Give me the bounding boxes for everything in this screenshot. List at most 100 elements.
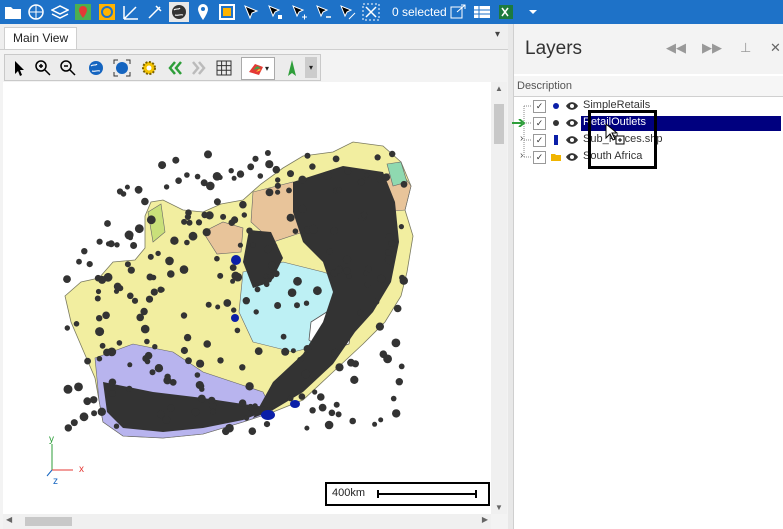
map-vertical-scrollbar[interactable]: ▲ ▼ [491, 82, 507, 514]
select-frame-icon[interactable] [97, 2, 117, 22]
move-layer-up-icon[interactable]: ◀◀ [666, 40, 686, 56]
zoom-selection-icon[interactable] [448, 2, 468, 22]
toolbar-overflow-icon[interactable]: ▾ [305, 57, 317, 78]
retail-outlet-point [172, 156, 180, 164]
select-tool-icon[interactable] [241, 2, 261, 22]
pointer-icon[interactable] [8, 57, 29, 78]
map-pin-icon[interactable] [73, 2, 93, 22]
retail-outlet-point [185, 357, 192, 365]
retail-outlet-point [301, 369, 311, 379]
clear-selection-icon[interactable] [361, 2, 381, 22]
retail-outlet-point [333, 401, 340, 408]
retail-outlet-point [364, 172, 370, 178]
node-tool-icon[interactable] [265, 2, 285, 22]
retail-outlet-point [84, 357, 91, 365]
retail-outlet-point [265, 188, 274, 197]
tab-main-view[interactable]: Main View [4, 27, 78, 49]
retail-outlet-point [238, 399, 247, 408]
map-horizontal-scrollbar[interactable]: ◀ ▶ [3, 514, 491, 529]
retail-outlet-point [275, 189, 281, 195]
retail-outlet-point [242, 297, 250, 305]
location-icon[interactable] [193, 2, 213, 22]
retail-outlet-point [297, 356, 304, 363]
retail-outlet-point [309, 407, 316, 414]
world-icon[interactable] [169, 2, 189, 22]
layer-visibility-checkbox[interactable]: ✓ [533, 100, 546, 113]
expand-chevron-icon[interactable]: › [520, 133, 530, 144]
retail-outlet-point [124, 184, 130, 190]
globe-settings-icon[interactable] [26, 2, 46, 22]
retail-outlet-point [205, 301, 212, 308]
scroll-down-icon[interactable]: ▼ [495, 503, 503, 512]
retail-outlet-point [303, 345, 312, 353]
horizontal-scroll-thumb[interactable] [25, 517, 72, 526]
retail-outlet-point [383, 354, 392, 364]
retail-outlet-point [236, 170, 245, 178]
pen-icon[interactable] [145, 2, 165, 22]
color-theme-icon[interactable]: ▾ [241, 57, 275, 80]
eye-icon[interactable] [565, 151, 579, 163]
folder-icon[interactable] [3, 2, 23, 22]
retail-outlet-point [247, 163, 255, 171]
map-toolbar: ▾ ▾ [4, 54, 321, 81]
retail-outlet-point [378, 417, 384, 423]
measure-icon[interactable] [121, 2, 141, 22]
layer-visibility-checkbox[interactable]: ✓ [533, 117, 546, 130]
retail-outlet-point [220, 213, 227, 220]
retail-outlet-point [263, 281, 270, 288]
retail-outlet-point [375, 322, 384, 331]
retail-outlet-point [303, 300, 310, 306]
excel-export-icon[interactable] [496, 2, 516, 22]
retail-outlet-point [349, 417, 357, 425]
vertical-scroll-thumb[interactable] [494, 104, 504, 144]
back-icon[interactable] [164, 57, 185, 78]
scroll-right-icon[interactable]: ▶ [482, 515, 488, 524]
retail-outlet-point [248, 427, 257, 436]
scroll-up-icon[interactable]: ▲ [495, 84, 503, 93]
forward-icon[interactable] [188, 57, 209, 78]
layers-icon[interactable] [50, 2, 70, 22]
simple-retail-point [231, 314, 239, 322]
retail-outlet-point [180, 346, 188, 355]
move-layer-down-icon[interactable]: ▶▶ [702, 40, 722, 56]
folder-icon [551, 154, 561, 161]
retail-outlet-point [382, 173, 391, 181]
eye-icon[interactable] [565, 100, 579, 112]
retail-outlet-point [191, 408, 200, 417]
settings-gear-icon[interactable] [138, 57, 159, 78]
scroll-left-icon[interactable]: ◀ [6, 515, 12, 524]
zoom-world-icon[interactable] [85, 57, 106, 78]
retail-outlet-point [385, 249, 392, 256]
retail-outlet-point [343, 267, 351, 275]
retail-outlet-point [294, 302, 300, 309]
retail-outlet-point [102, 311, 110, 320]
frame-icon[interactable] [217, 2, 237, 22]
zoom-extent-icon[interactable] [111, 57, 132, 78]
north-arrow-icon[interactable] [281, 57, 302, 78]
retail-outlet-point [225, 423, 234, 433]
close-icon[interactable]: ✕ [770, 40, 781, 56]
zoom-in-icon[interactable] [32, 57, 53, 78]
node-remove-icon[interactable] [313, 2, 333, 22]
pin-icon[interactable]: ⊥ [740, 40, 751, 56]
retail-outlet-point [287, 288, 297, 297]
axis-x-label: x [79, 464, 84, 475]
tab-menu-icon[interactable]: ▾ [495, 29, 500, 40]
layer-visibility-checkbox[interactable]: ✓ [533, 134, 546, 147]
zoom-out-icon[interactable] [57, 57, 78, 78]
layer-visibility-checkbox[interactable]: ✓ [533, 151, 546, 164]
node-add-icon[interactable] [289, 2, 309, 22]
expand-chevron-icon[interactable]: › [520, 150, 530, 161]
retail-outlet-point [376, 176, 383, 183]
grid-icon[interactable] [213, 57, 234, 78]
description-column-header[interactable]: Description [514, 76, 783, 97]
retail-outlet-point [127, 292, 134, 300]
map-canvas[interactable]: y x z 400km [3, 82, 491, 514]
eye-icon[interactable] [565, 117, 579, 129]
layers-panel-header: Layers ◀◀ ▶▶ ⊥ ✕ [514, 24, 783, 74]
eye-icon[interactable] [565, 134, 579, 146]
dropdown-icon[interactable] [523, 2, 543, 22]
node-split-icon[interactable] [337, 2, 357, 22]
attribute-table-icon[interactable] [472, 2, 492, 22]
retail-outlet-point [113, 423, 120, 429]
